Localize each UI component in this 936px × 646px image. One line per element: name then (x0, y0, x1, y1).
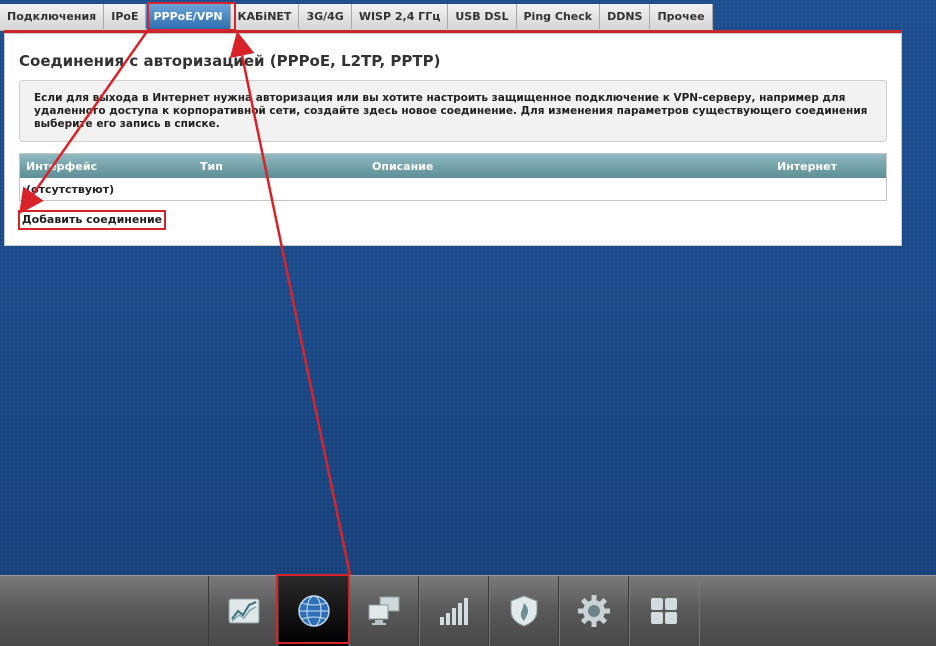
nav-home-network[interactable] (348, 576, 420, 646)
tab-other[interactable]: Прочее (650, 4, 713, 29)
computers-icon (368, 596, 400, 625)
info-line: выберите его запись в списке. (34, 118, 220, 130)
nav-monitor[interactable] (208, 576, 280, 646)
gear-icon (578, 595, 610, 627)
bottom-nav-bar (0, 575, 936, 646)
apps-grid-icon (651, 598, 677, 624)
table-row: (отсутствуют) (20, 178, 886, 200)
tab-ddns[interactable]: DDNS (600, 4, 651, 29)
nav-system[interactable] (558, 576, 630, 646)
tab-3g-4g[interactable]: 3G/4G (299, 4, 352, 29)
column-interface[interactable]: Интерфейс (26, 160, 97, 173)
nav-security[interactable] (488, 576, 560, 646)
globe-icon (298, 595, 330, 627)
column-type[interactable]: Тип (200, 160, 223, 173)
nav-internet[interactable] (278, 576, 350, 646)
nav-wifi[interactable] (418, 576, 490, 646)
page-title: Соединения с авторизацией (PPPoE, L2TP, … (19, 52, 441, 70)
tab-pppoe-vpn[interactable]: PPPoE/VPN (146, 4, 231, 29)
info-line: Если для выхода в Интернет нужна авториз… (34, 92, 846, 104)
tab-wisp[interactable]: WISP 2,4 ГГц (351, 4, 449, 29)
table-header: Интерфейс Тип Описание Интернет (20, 154, 886, 178)
nav-applications[interactable] (628, 576, 700, 646)
tab-ipoe[interactable]: IPoE (104, 4, 147, 29)
tab-ping-check[interactable]: Ping Check (516, 4, 601, 29)
info-box: Если для выхода в Интернет нужна авториз… (19, 80, 887, 142)
connections-table: Интерфейс Тип Описание Интернет (отсутст… (19, 153, 887, 201)
tab-bar: Подключения IPoE PPPoE/VPN КАБiNET 3G/4G… (0, 4, 713, 31)
tab-usb-dsl[interactable]: USB DSL (448, 4, 517, 29)
tab-kabinet[interactable]: КАБiNET (230, 4, 300, 29)
column-internet[interactable]: Интернет (777, 160, 837, 173)
shield-icon (510, 595, 538, 627)
add-connection-button[interactable]: Добавить соединение (18, 210, 166, 230)
signal-bars-icon (440, 598, 468, 625)
info-line: удаленного доступа к корпоративной сети,… (34, 105, 868, 117)
column-description[interactable]: Описание (372, 160, 433, 173)
chart-icon (228, 598, 260, 624)
tab-connections[interactable]: Подключения (0, 4, 105, 29)
empty-row-text: (отсутствуют) (26, 183, 115, 196)
